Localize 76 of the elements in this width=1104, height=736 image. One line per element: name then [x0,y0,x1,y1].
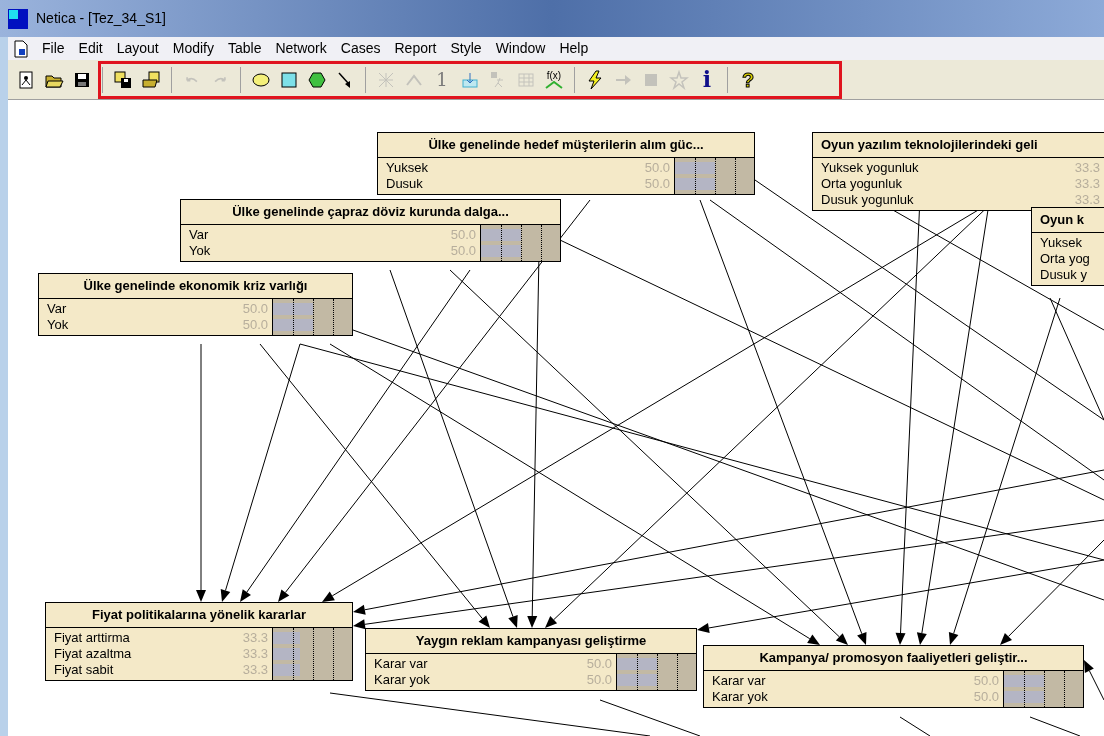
state-value: 33.3 [242,661,268,680]
state-label: Var [47,300,67,319]
lightning-icon [585,69,605,90]
menu-item[interactable]: File [42,38,65,59]
edge-arrow [1084,660,1104,701]
menu-item[interactable]: Table [227,38,262,59]
app-icon [8,8,28,29]
grid-save-icon [113,69,133,90]
state-label: Yok [47,316,69,335]
window-title: Netica - [Tez_34_S1] [36,9,166,28]
state-value: 50.0 [242,300,268,319]
document-icon [14,39,28,58]
state-value: 33.3 [242,629,268,648]
state-value: 50.0 [450,226,476,245]
state-label: Orta yogunluk [821,175,902,194]
undo-icon [186,76,198,83]
state-value: 50.0 [973,688,999,707]
state-label: Dusuk [386,175,423,194]
menu-item[interactable]: Edit [78,38,103,59]
network-node[interactable]: Ülke genelinde hedef müşterilerin alım güc... Yuksek 50.0 Dusuk 50.0 [377,132,755,195]
node-title: Oyun k [1032,208,1104,233]
state-value: 50.0 [973,672,999,691]
state-value: 50.0 [586,655,612,674]
tool-glyph: 1 [436,70,448,89]
state-label: Dusuk yogunluk [821,191,914,210]
state-label: Karar var [712,672,766,691]
state-label: Karar var [374,655,428,674]
menu-item[interactable]: Style [450,38,482,59]
state-label: Yuksek yogunluk [821,159,919,178]
menu-item[interactable]: Report [394,38,437,59]
network-node[interactable]: Oyun k Yuksek Orta yog Dusuk y [1031,207,1104,286]
state-value: 50.0 [242,316,268,335]
edge-line [1029,716,1081,736]
node-title: Oyun yazılım teknolojilerindeki geli [813,133,1104,158]
state-value: 50.0 [586,671,612,690]
network-node[interactable]: Fiyat politikalarına yönelik kararlar Fiyat arttirma 33.3 Fiyat azaltma 33.3 Fiyat sabit 33.3 [45,602,353,681]
network-node[interactable]: Ülke genelinde çapraz döviz kurunda dalga... Var 50.0 Yok 50.0 [180,199,561,262]
hexagon-icon [307,69,327,90]
menu-item[interactable]: Cases [340,38,381,59]
menu-item[interactable]: Modify [172,38,214,59]
network-node[interactable]: Ülke genelinde ekonomik kriz varlığı Var 50.0 Yok 50.0 [38,273,353,336]
state-value: 50.0 [644,175,670,194]
help-icon: ? [741,64,755,95]
state-label: Yuksek [1040,234,1082,253]
state-label: Orta yog [1040,250,1090,269]
state-label: Karar yok [374,671,430,690]
state-value: 33.3 [1074,159,1100,178]
menu-item[interactable]: Network [275,38,327,59]
state-value: 50.0 [644,159,670,178]
grid-folder-icon [141,69,161,90]
toolbar-button[interactable]: i [693,64,721,95]
state-value: 33.3 [1074,175,1100,194]
edge-line [899,716,931,736]
star-icon [669,69,689,90]
toolbar-button[interactable]: f(x) [540,64,568,95]
square-icon [279,69,299,90]
state-label: Karar yok [712,688,768,707]
state-label: Yuksek [386,159,428,178]
state-label: Fiyat sabit [54,661,114,680]
info-icon: i [702,63,712,96]
network-node[interactable]: Oyun yazılım teknolojilerindeki geli Yuksek yogunluk 33.3 Orta yogunluk 33.3 Dusuk yogunluk 33.3 [812,132,1104,211]
network-node[interactable]: Yaygın reklam kampanyası geliştirme Karar var 50.0 Karar yok 50.0 [365,628,697,691]
menu-item[interactable]: Layout [116,38,159,59]
state-label: Var [189,226,209,245]
state-value: 33.3 [242,645,268,664]
menu-item[interactable]: Window [495,38,546,59]
state-label: Fiyat arttirma [54,629,130,648]
menu-item[interactable]: Help [559,38,589,59]
new-document-icon [16,69,36,90]
network-node[interactable]: Kampanya/ promosyon faaliyetleri geliştir... Karar var 50.0 Karar yok 50.0 [703,645,1084,708]
state-label: Dusuk y [1040,266,1087,285]
state-value: 33.3 [1074,191,1100,210]
state-label: Yok [189,242,211,261]
state-label: Fiyat azaltma [54,645,132,664]
redo-icon [214,76,226,83]
state-value: 50.0 [450,242,476,261]
